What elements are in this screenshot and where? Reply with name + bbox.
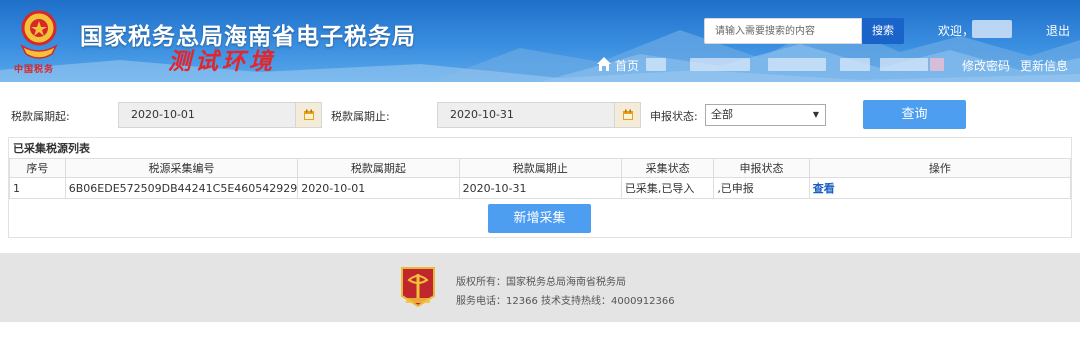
- filter-bar: 税款属期起: 2020-10-01 税款属期止: 2020-10-31 申报状态…: [0, 100, 1080, 130]
- row-end-date: 2020-10-31: [458, 177, 622, 199]
- end-date-input[interactable]: 2020-10-31: [437, 102, 615, 128]
- column-header: 序号: [9, 158, 66, 178]
- calendar-icon: [622, 109, 633, 120]
- service-phone-text: 服务电话：12366 技术支持热线：4000912366: [456, 296, 675, 307]
- column-header: 申报状态: [713, 158, 810, 178]
- declare-status-label: 申报状态:: [650, 110, 698, 123]
- column-header: 税款属期止: [458, 158, 622, 178]
- change-password-link[interactable]: 修改密码: [962, 57, 1010, 74]
- row-collect-status: 已采集,已导入: [620, 177, 715, 199]
- calendar-icon: [303, 109, 314, 120]
- nav-item-redacted[interactable]: [840, 58, 870, 71]
- update-info-link[interactable]: 更新信息: [1020, 57, 1068, 74]
- column-header: 税源采集编号: [64, 158, 299, 178]
- start-date-label: 税款属期起:: [11, 110, 70, 123]
- username-redacted: [972, 20, 1012, 38]
- nav-item-redacted[interactable]: [930, 58, 944, 71]
- add-collection-button[interactable]: 新增采集: [488, 204, 591, 233]
- search-button[interactable]: 搜索: [862, 18, 904, 44]
- footer: 版权所有：国家税务总局海南省税务局 服务电话：12366 技术支持热线：4000…: [0, 253, 1080, 322]
- chevron-down-icon: ▼: [812, 110, 819, 119]
- logo-signature: 中国税务: [14, 65, 55, 75]
- start-calendar-button[interactable]: [296, 102, 322, 128]
- table-header-row: 序号 税源采集编号 税款属期起 税款属期止 采集状态 申报状态 操作: [9, 158, 1072, 178]
- table-title: 已采集税源列表: [13, 142, 90, 155]
- tax-source-table: 序号 税源采集编号 税款属期起 税款属期止 采集状态 申报状态 操作 1 6B0…: [9, 158, 1072, 199]
- row-collection-code: 6B06EDE572509DB44241C5E460542929: [64, 177, 299, 199]
- search-input[interactable]: [704, 18, 862, 44]
- copyright-text: 版权所有：国家税务总局海南省税务局: [456, 277, 626, 288]
- tax-source-list-panel: 已采集税源列表 序号 税源采集编号 税款属期起 税款属期止 采集状态 申报状态 …: [8, 137, 1072, 238]
- row-declare-status: ,已申报: [713, 177, 810, 199]
- logout-link[interactable]: 退出: [1046, 22, 1070, 39]
- home-link[interactable]: 首页: [615, 57, 639, 74]
- row-start-date: 2020-10-01: [297, 177, 460, 199]
- end-calendar-button[interactable]: [615, 102, 641, 128]
- home-icon[interactable]: [596, 56, 612, 72]
- tax-emblem-logo: [20, 10, 58, 59]
- view-link[interactable]: 查看: [808, 177, 1072, 199]
- row-index: 1: [9, 177, 66, 199]
- nav-item-redacted[interactable]: [768, 58, 826, 71]
- header-banner: 中国税务 国家税务总局海南省电子税务局 测试环境 搜索 欢迎， 退出 首页 修改…: [0, 0, 1080, 82]
- column-header: 税款属期起: [297, 158, 460, 178]
- declare-status-select[interactable]: 全部 ▼: [705, 104, 826, 126]
- nav-item-redacted[interactable]: [646, 58, 666, 71]
- tax-badge-icon: [401, 267, 435, 308]
- declare-status-value: 全部: [711, 108, 733, 121]
- end-date-label: 税款属期止:: [331, 110, 390, 123]
- nav-item-redacted[interactable]: [690, 58, 750, 71]
- test-environment-label: 测试环境: [168, 48, 276, 75]
- nav-item-redacted[interactable]: [880, 58, 928, 71]
- welcome-text: 欢迎，: [938, 24, 975, 38]
- query-button[interactable]: 查询: [863, 100, 966, 129]
- column-header: 采集状态: [620, 158, 715, 178]
- start-date-input[interactable]: 2020-10-01: [118, 102, 296, 128]
- column-header: 操作: [808, 158, 1072, 178]
- table-row: 1 6B06EDE572509DB44241C5E460542929 2020-…: [9, 177, 1072, 199]
